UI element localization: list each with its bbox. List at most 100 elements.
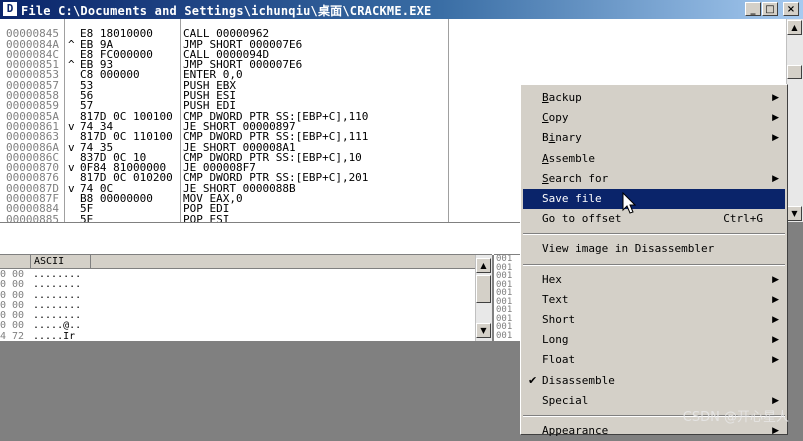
context-menu[interactable]: Backup ▶ Copy ▶ Binary ▶ Assemble Search for ▶ Sa… bbox=[520, 84, 788, 437]
dump-scrollbar[interactable]: ▲ ▼ bbox=[475, 255, 492, 341]
menu-item-label-text: Go to offset bbox=[542, 212, 622, 226]
menu-item-label-text: Float bbox=[542, 353, 576, 367]
menu-item-backup[interactable]: Backup ▶ bbox=[523, 88, 785, 108]
menu-item-label-text: B bbox=[542, 131, 549, 145]
menu-item-label-text: Appearance bbox=[542, 424, 609, 437]
menu-item-accelerator: B bbox=[542, 91, 549, 104]
submenu-arrow-icon: ▶ bbox=[772, 335, 779, 346]
menu-item-text[interactable]: Text ▶ bbox=[523, 290, 785, 310]
menu-item-search-for[interactable]: Search for ▶ bbox=[523, 169, 785, 189]
title-bar[interactable]: D File C:\Documents and Settings\ichunqi… bbox=[0, 0, 803, 19]
menu-item-shortcut: Ctrl+G bbox=[723, 212, 763, 226]
dump-header: ASCII bbox=[0, 255, 492, 269]
menu-item-float[interactable]: Float ▶ bbox=[523, 350, 785, 370]
watermark: CSDN @开心星人 bbox=[682, 410, 789, 425]
menu-item-label: Float bbox=[542, 353, 575, 366]
dump-hex-cell: 4 72 bbox=[0, 330, 25, 341]
submenu-arrow-icon: ▶ bbox=[772, 355, 779, 366]
menu-item-save-file[interactable]: Save file bbox=[523, 189, 785, 209]
menu-item-label-text: Disassemble bbox=[542, 373, 615, 387]
menu-item-disassemble[interactable]: ✔ Disassemble bbox=[523, 371, 785, 391]
maximize-button[interactable]: □ bbox=[762, 2, 778, 16]
menu-item-accelerator: C bbox=[542, 111, 549, 125]
menu-item-label: Short bbox=[542, 313, 575, 326]
mouse-pointer-icon bbox=[622, 192, 637, 214]
dump-header-ascii[interactable]: ASCII bbox=[31, 255, 91, 268]
info-pane bbox=[0, 222, 520, 255]
scroll-up-button[interactable]: ▲ bbox=[476, 258, 491, 273]
jump-arrow-cell: ^ bbox=[68, 58, 75, 72]
dump-header-hex bbox=[0, 255, 31, 268]
menu-item-label-text: nary bbox=[555, 131, 582, 145]
menu-item-label-text: opy bbox=[548, 111, 569, 125]
menu-item-short[interactable]: Short ▶ bbox=[523, 310, 785, 330]
menu-item-label-text: View image in Disassembler bbox=[542, 242, 715, 256]
submenu-arrow-icon: ▶ bbox=[772, 173, 779, 184]
app-icon[interactable]: D bbox=[3, 2, 17, 16]
menu-item-label: Copy bbox=[542, 111, 569, 124]
stack-pane[interactable]: 001 001 001 001 001 001 001 001 001 001 bbox=[494, 254, 520, 341]
submenu-arrow-icon: ▶ bbox=[772, 113, 779, 124]
scroll-thumb[interactable] bbox=[787, 65, 802, 79]
menu-item-label: Hex bbox=[542, 273, 562, 286]
menu-item-label: Long bbox=[542, 333, 569, 346]
submenu-arrow-icon: ▶ bbox=[772, 294, 779, 305]
stack-row[interactable]: 001 bbox=[494, 331, 520, 341]
menu-item-label: Appearance bbox=[542, 424, 608, 437]
submenu-arrow-icon: ▶ bbox=[772, 315, 779, 325]
jump-arrow-cell: v bbox=[68, 161, 75, 175]
jump-arrow-cell: v bbox=[68, 19, 75, 30]
menu-item-label-text: ssemble bbox=[548, 151, 595, 165]
menu-item-label: Search for bbox=[542, 172, 608, 185]
jump-arrow-cell: ^ bbox=[68, 37, 75, 51]
menu-item-long[interactable]: Long ▶ bbox=[523, 330, 785, 350]
menu-item-accelerator: S bbox=[542, 171, 549, 185]
scroll-up-button[interactable]: ▲ bbox=[787, 20, 802, 35]
scroll-down-button[interactable]: ▼ bbox=[787, 206, 802, 221]
checkmark-icon: ✔ bbox=[528, 373, 538, 387]
menu-item-label: Binary bbox=[542, 131, 582, 144]
menu-item-label: View image in Disassembler bbox=[542, 242, 714, 255]
menu-item-label-text: Text bbox=[542, 292, 569, 306]
submenu-arrow-icon: ▶ bbox=[772, 133, 779, 144]
column-divider bbox=[64, 19, 65, 222]
menu-item-binary[interactable]: Binary ▶ bbox=[523, 128, 785, 148]
close-button[interactable]: × bbox=[783, 2, 799, 16]
menu-item-label-text: Special bbox=[542, 393, 589, 407]
menu-item-label-text: ackup bbox=[548, 91, 582, 104]
submenu-arrow-icon: ▶ bbox=[772, 93, 779, 103]
jump-arrow-cell: v bbox=[68, 140, 75, 154]
menu-item-label-text: Save file bbox=[542, 192, 602, 205]
menu-item-copy[interactable]: Copy ▶ bbox=[523, 108, 785, 128]
menu-item-label: Disassemble bbox=[542, 374, 615, 387]
menu-item-hex[interactable]: Hex ▶ bbox=[523, 270, 785, 290]
dump-pane[interactable]: ASCII 0 00........ 0 00........ 0 00......… bbox=[0, 254, 492, 341]
scroll-thumb[interactable] bbox=[476, 275, 491, 303]
menu-item-label: Save file bbox=[542, 192, 602, 205]
column-divider bbox=[448, 19, 449, 222]
menu-item-view-image-in-disassembler[interactable]: View image in Disassembler bbox=[523, 239, 785, 259]
submenu-arrow-icon: ▶ bbox=[772, 274, 779, 285]
menu-item-go-to-offset[interactable]: Go to offset Ctrl+G bbox=[523, 209, 785, 229]
menu-item-label: Backup bbox=[542, 91, 582, 104]
window-title: File C:\Documents and Settings\ichunqiu\… bbox=[21, 4, 432, 18]
jump-arrow-cell: v bbox=[68, 119, 75, 133]
menu-item-accelerator: A bbox=[542, 151, 549, 165]
dump-ascii-cell: .....Ir bbox=[33, 330, 76, 341]
menu-item-label: Special bbox=[542, 394, 588, 407]
menu-item-label-text: Short bbox=[542, 313, 576, 326]
column-divider bbox=[180, 19, 181, 222]
scroll-down-button[interactable]: ▼ bbox=[476, 323, 491, 338]
hex-dump-cell: 5E bbox=[80, 212, 94, 222]
menu-item-label: Text bbox=[542, 293, 569, 306]
instruction-cell: POP ESI bbox=[183, 212, 230, 222]
menu-separator bbox=[523, 263, 785, 266]
menu-item-assemble[interactable]: Assemble bbox=[523, 149, 785, 169]
minimize-button[interactable]: _ bbox=[745, 2, 761, 16]
menu-item-label-text: earch for bbox=[548, 171, 609, 185]
menu-item-label: Assemble bbox=[542, 152, 595, 165]
menu-item-label-text: Hex bbox=[542, 272, 562, 286]
menu-item-label-text: Long bbox=[542, 333, 569, 347]
disassembly-scrollbar[interactable]: ▲ ▼ bbox=[786, 19, 803, 222]
address-cell: 00000885 bbox=[6, 212, 59, 222]
